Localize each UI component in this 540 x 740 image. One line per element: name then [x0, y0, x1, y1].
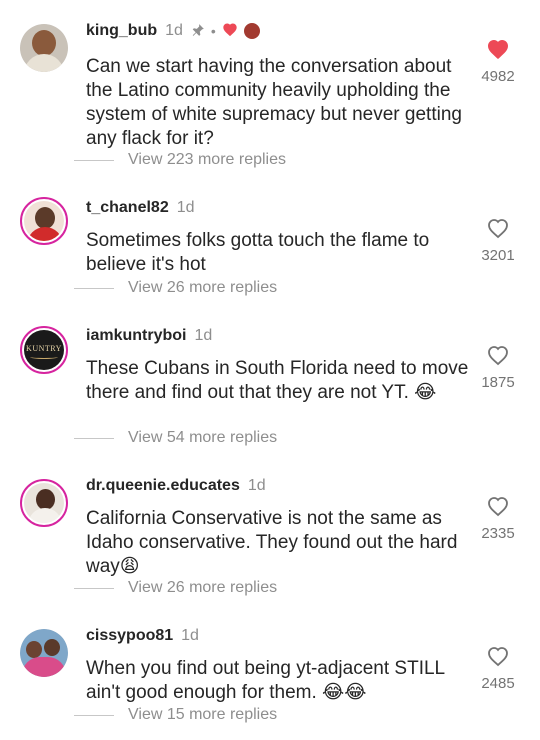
username[interactable]: cissypoo81	[86, 627, 173, 645]
comment-meta: cissypoo81 1d	[86, 627, 199, 645]
comment-text: Sometimes folks gotta touch the flame to…	[86, 230, 430, 275]
view-replies-button[interactable]: View 54 more replies	[74, 429, 277, 447]
comment-meta: iamkuntryboi 1d	[86, 327, 212, 345]
comment-text: California Conservative is not the same …	[86, 508, 458, 577]
comment-text: Can we start having the conversation abo…	[86, 56, 462, 149]
username[interactable]: iamkuntryboi	[86, 327, 186, 345]
timestamp: 1d	[247, 477, 266, 494]
like-count: 1875	[481, 374, 515, 391]
like-count: 2335	[481, 525, 515, 542]
like-button[interactable]: 1875	[476, 344, 520, 391]
avatar[interactable]	[20, 629, 68, 677]
view-replies-button[interactable]: View 223 more replies	[74, 151, 286, 169]
pin-icon	[191, 23, 205, 40]
view-replies-button[interactable]: View 26 more replies	[74, 279, 277, 297]
comment-text: When you find out being yt-adjacent STIL…	[86, 658, 445, 703]
heart-outline-icon	[486, 344, 510, 366]
divider	[74, 437, 114, 439]
like-count: 2485	[481, 675, 515, 692]
heart-filled-icon	[486, 38, 510, 60]
creator-avatar	[243, 23, 260, 39]
creator-liked-heart-icon	[222, 22, 238, 40]
view-replies-button[interactable]: View 15 more replies	[74, 706, 277, 724]
divider	[74, 587, 114, 589]
avatar[interactable]	[20, 24, 68, 72]
comment-meta: dr.queenie.educates 1d	[86, 477, 266, 495]
avatar[interactable]	[20, 197, 68, 245]
comment-meta: king_bub 1d •	[86, 22, 260, 40]
comment-meta: t_chanel82 1d	[86, 199, 195, 217]
timestamp: 1d	[194, 327, 213, 344]
dot-separator: •	[210, 23, 216, 39]
divider	[74, 159, 114, 161]
like-count: 4982	[481, 68, 515, 85]
like-button[interactable]: 3201	[476, 217, 520, 264]
avatar[interactable]: KUNTRY	[20, 326, 68, 374]
timestamp: 1d	[181, 627, 199, 644]
divider	[74, 714, 114, 716]
heart-outline-icon	[486, 217, 510, 239]
like-button[interactable]: 4982	[476, 38, 520, 85]
view-replies-button[interactable]: View 26 more replies	[74, 579, 277, 597]
username[interactable]: dr.queenie.educates	[86, 477, 240, 495]
like-button[interactable]: 2485	[476, 645, 520, 692]
heart-outline-icon	[486, 645, 510, 667]
heart-outline-icon	[486, 495, 510, 517]
like-button[interactable]: 2335	[476, 495, 520, 542]
username[interactable]: t_chanel82	[86, 199, 169, 217]
avatar[interactable]	[20, 479, 68, 527]
divider	[74, 287, 114, 289]
username[interactable]: king_bub	[86, 22, 157, 40]
timestamp: 1d	[165, 22, 183, 39]
timestamp: 1d	[176, 199, 195, 216]
like-count: 3201	[481, 247, 515, 264]
comment-text: These Cubans in South Florida need to mo…	[86, 358, 469, 403]
